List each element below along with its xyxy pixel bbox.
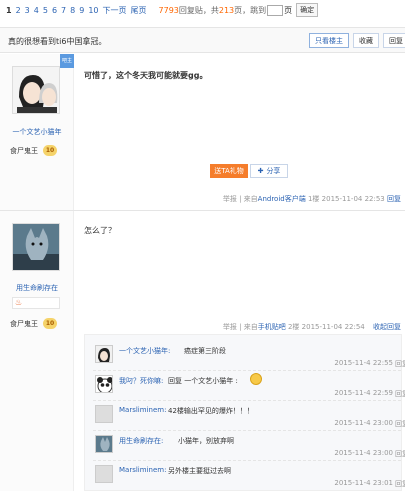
level-badge: 10 <box>43 318 57 329</box>
sub-reply-item: Marsliminem: 另外楼主要挺过去啊 2015-11-4 23:01 回… <box>93 461 405 491</box>
user-icon-box: ♨ <box>12 297 60 309</box>
sub-reply-item: 用生命刷存在: 小猫年，别放弃啊 2015-11-4 23:00 回复 <box>93 431 405 461</box>
collapse-replies-link[interactable]: 收起回复 <box>373 323 401 331</box>
post-tail: 举报 | 来自Android客户端 1楼 2015-11-04 22:53 回复 <box>223 194 401 204</box>
page-link-4[interactable]: 4 <box>34 6 39 15</box>
sub-reply-text: 癌症第三阶段 <box>184 347 226 355</box>
jump-page-input[interactable] <box>267 4 284 16</box>
page-link-10[interactable]: 10 <box>88 6 98 15</box>
source-link[interactable]: Android客户端 <box>258 195 306 203</box>
reply-count-label: 回复贴，共 <box>178 5 219 15</box>
page-total-label: 页，跳到 <box>234 5 267 15</box>
sub-reply-time: 2015-11-4 22:55 <box>334 359 393 367</box>
avatar[interactable] <box>12 223 60 271</box>
panda-avatar-image <box>96 376 112 392</box>
sub-reply-time: 2015-11-4 23:00 <box>334 449 393 457</box>
badge-title: 食尸鬼王 <box>10 319 38 328</box>
sub-avatar[interactable] <box>95 435 113 453</box>
anime-avatar-image <box>96 346 112 362</box>
page-link-2[interactable]: 2 <box>16 6 21 15</box>
sub-avatar[interactable] <box>95 375 113 393</box>
post-content: 可惜了，这个冬天我可能就要gg。 <box>84 71 208 80</box>
thread-title: 真的很想看到ti6中国拿冠。 <box>8 37 107 46</box>
sub-avatar[interactable] <box>95 405 113 423</box>
sub-reply-text: 回复 一个文艺小猫年 : <box>168 377 238 385</box>
sub-reply-text: 小猫年，别放弃啊 <box>178 437 234 445</box>
sub-reply-button[interactable]: 回复 <box>395 389 405 399</box>
sub-reply-author[interactable]: Marsliminem: <box>119 406 166 414</box>
floor-number: 2楼 <box>287 323 300 331</box>
sub-reply-text: 42楼输出罕见的爆炸！！！ <box>168 407 254 415</box>
report-link[interactable]: 举报 <box>223 323 237 331</box>
moderator-corner-tag: 吧主 <box>60 54 74 68</box>
sub-reply-text: 另外楼主要挺过去啊 <box>168 467 231 475</box>
report-link[interactable]: 举报 <box>223 195 237 203</box>
sub-reply-item: 我叼？死你嘛: 回复 一个文艺小猫年 : 2015-11-4 22:59 回复 <box>93 371 405 401</box>
smiley-emoji-icon <box>250 373 262 385</box>
sub-avatar[interactable] <box>95 345 113 363</box>
post-content: 怎么了？ <box>84 226 116 235</box>
send-gift-button[interactable]: 送TA礼物 <box>210 164 248 178</box>
reply-link[interactable]: 回复 <box>387 195 401 203</box>
sub-reply-time: 2015-11-4 23:01 <box>334 479 393 487</box>
page-link-1[interactable]: 1 <box>6 6 12 15</box>
favorite-button[interactable]: 收藏 <box>353 33 379 48</box>
share-button[interactable]: ✚ 分享 <box>250 164 288 178</box>
reply-count: 7793 <box>158 5 179 15</box>
author-sidebar: 用生命刷存在 ♨ 食尸鬼王 10 <box>0 211 74 491</box>
wolf-avatar-image <box>96 436 112 452</box>
post-tail: 举报 | 来自手机贴吧 2楼 2015-11-04 22:54 收起回复 <box>223 322 401 332</box>
source-link[interactable]: 手机贴吧 <box>258 323 286 331</box>
reply-button[interactable]: 回复 <box>383 33 405 48</box>
page-link-5[interactable]: 5 <box>43 6 48 15</box>
sub-reply-author[interactable]: 一个文艺小猫年: <box>119 346 170 356</box>
sub-reply-time: 2015-11-4 23:00 <box>334 419 393 427</box>
page-link-6[interactable]: 6 <box>52 6 57 15</box>
page-total: 213 <box>218 5 235 15</box>
only-op-button[interactable]: 只看楼主 <box>309 33 349 48</box>
author-name[interactable]: 一个文艺小猫年 <box>0 127 74 137</box>
source-prefix: | 来自 <box>239 323 258 331</box>
sub-reply-author[interactable]: 我叼？死你嘛: <box>119 376 163 386</box>
page-link-8[interactable]: 8 <box>70 6 75 15</box>
avatar[interactable] <box>12 66 60 114</box>
next-page-link[interactable]: 下一页 <box>103 5 127 16</box>
floor-number: 1楼 <box>307 195 320 203</box>
badge-title: 食尸鬼王 <box>10 146 38 155</box>
sub-reply-button[interactable]: 回复 <box>395 479 405 489</box>
page-unit-label: 页 <box>284 5 293 15</box>
sub-reply-button[interactable]: 回复 <box>395 419 405 429</box>
sub-reply-time: 2015-11-4 22:59 <box>334 389 393 397</box>
wolf-avatar-image <box>13 224 59 270</box>
post-time: 2015-11-04 22:53 <box>321 195 385 203</box>
confirm-jump-button[interactable]: 确定 <box>296 3 319 17</box>
author-sidebar: 吧主 一个文艺小猫年 食尸鬼王 10 <box>0 54 74 210</box>
post-floor-1: 吧主 一个文艺小猫年 食尸鬼王 10 可惜了，这个冬天我可能就要gg。 举报 |… <box>0 54 405 210</box>
member-badge: 食尸鬼王 10 <box>10 145 57 156</box>
member-badge: 食尸鬼王 10 <box>10 318 57 329</box>
sub-reply-item: Marsliminem: 42楼输出罕见的爆炸！！！ 2015-11-4 23:… <box>93 401 405 431</box>
page-link-7[interactable]: 7 <box>61 6 66 15</box>
post-time: 2015-11-04 22:54 <box>301 323 365 331</box>
source-prefix: | 来自 <box>239 195 258 203</box>
page-link-9[interactable]: 9 <box>79 6 84 15</box>
sub-replies-box: 一个文艺小猫年: 癌症第三阶段 2015-11-4 22:55 回复 我叼？死你… <box>84 334 405 491</box>
sub-reply-author[interactable]: 用生命刷存在: <box>119 436 163 446</box>
sub-reply-button[interactable]: 回复 <box>395 359 405 369</box>
author-name[interactable]: 用生命刷存在 <box>0 283 74 293</box>
sub-reply-item: 一个文艺小猫年: 癌症第三阶段 2015-11-4 22:55 回复 <box>93 341 405 371</box>
sub-avatar[interactable] <box>95 465 113 483</box>
page-link-3[interactable]: 3 <box>25 6 30 15</box>
thread-header: 真的很想看到ti6中国拿冠。 只看楼主 收藏 回复 <box>0 27 405 53</box>
share-plus-icon: ✚ <box>257 167 264 175</box>
level-badge: 10 <box>43 145 57 156</box>
anime-avatar-image <box>13 67 59 113</box>
pager: 1 2 3 4 5 6 7 8 9 10 下一页 尾页 7793回复贴，共213… <box>0 0 405 20</box>
last-page-link[interactable]: 尾页 <box>131 5 147 16</box>
fire-icon: ♨ <box>15 298 23 307</box>
sub-reply-author[interactable]: Marsliminem: <box>119 466 166 474</box>
share-label: 分享 <box>266 167 281 175</box>
reply-count-text: 7793回复贴，共213页，跳到 <box>159 5 267 16</box>
sub-reply-button[interactable]: 回复 <box>395 449 405 459</box>
